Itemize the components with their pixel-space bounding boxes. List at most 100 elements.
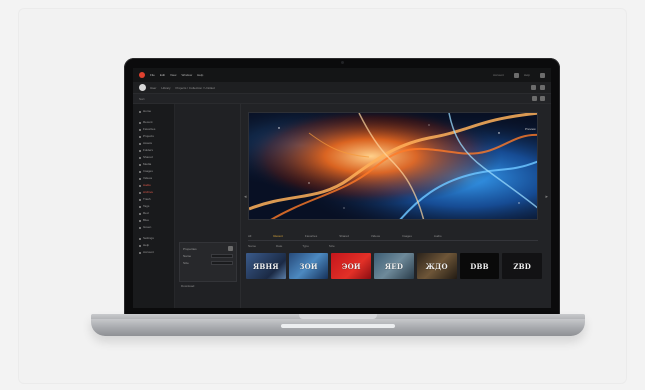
sub-toolbar: Sort bbox=[133, 94, 551, 104]
tab-recent[interactable]: Recent bbox=[273, 234, 283, 238]
sort-label[interactable]: Sort bbox=[139, 97, 145, 101]
list-view-icon[interactable] bbox=[532, 96, 537, 101]
sidebar-item-shared[interactable]: Shared bbox=[139, 154, 174, 161]
sidebar-item-account[interactable]: Account bbox=[139, 249, 174, 256]
sidebar-item-label: Green bbox=[143, 225, 152, 229]
sidebar-item-recent[interactable]: Recent bbox=[139, 119, 174, 126]
thumbnail-title: ЗOИ bbox=[299, 261, 318, 271]
sidebar-item-folders[interactable]: Folders bbox=[139, 147, 174, 154]
download-link[interactable]: Download bbox=[181, 284, 194, 288]
sidebar-item-label: Archive bbox=[143, 190, 154, 194]
help-icon bbox=[139, 244, 141, 247]
folder-icon bbox=[139, 135, 141, 138]
thumbnail[interactable]: DBB bbox=[459, 253, 500, 279]
tab-shared[interactable]: Shared bbox=[339, 234, 349, 238]
more-icon[interactable] bbox=[540, 85, 545, 90]
sidebar-item-label: Trash bbox=[143, 197, 151, 201]
laptop-lid: File Edit View Window Help Account Help … bbox=[124, 58, 560, 316]
sidebar-item-favorites[interactable]: Favorites bbox=[139, 126, 174, 133]
grid-view-icon[interactable] bbox=[540, 96, 545, 101]
trackpad-edge bbox=[281, 324, 395, 328]
toolbar-actions bbox=[531, 85, 545, 90]
folder-icon bbox=[139, 149, 141, 152]
sidebar-item-label: Settings bbox=[143, 236, 154, 240]
sidebar-item-videos[interactable]: Videos bbox=[139, 175, 174, 182]
thumbnail[interactable]: ЭОИ bbox=[331, 253, 372, 279]
sidebar-item-label: Assets bbox=[143, 141, 153, 145]
help-link[interactable]: Help bbox=[524, 73, 530, 77]
share-icon[interactable] bbox=[531, 85, 536, 90]
lid-notch bbox=[299, 314, 377, 319]
menu-window[interactable]: Window bbox=[181, 73, 192, 77]
title-right-group: Account Help bbox=[493, 72, 545, 78]
sidebar-item-audio[interactable]: Audio bbox=[139, 182, 174, 189]
view-toggle-group bbox=[532, 96, 545, 101]
sidebar-item-settings[interactable]: Settings bbox=[139, 235, 174, 242]
sidebar-item-help[interactable]: Help bbox=[139, 242, 174, 249]
user-name[interactable]: User bbox=[150, 86, 156, 90]
tab-all[interactable]: All bbox=[248, 234, 251, 238]
thumbnail[interactable]: ЗOИ bbox=[288, 253, 329, 279]
sidebar-item-projects[interactable]: Projects bbox=[139, 133, 174, 140]
settings-icon[interactable] bbox=[540, 72, 545, 78]
user-icon bbox=[139, 251, 141, 254]
browser-panel: Properties Name Size Download bbox=[175, 104, 241, 308]
account-link[interactable]: Account bbox=[493, 73, 504, 77]
sidebar-item-tag-green[interactable]: Green bbox=[139, 224, 174, 231]
sidebar-item-label: Folders bbox=[143, 148, 154, 152]
sidebar-item-home[interactable]: Home bbox=[139, 108, 174, 115]
sidebar-item-media[interactable]: Media bbox=[139, 161, 174, 168]
tab-videos[interactable]: Videos bbox=[371, 234, 380, 238]
sidebar-item-tag-blue[interactable]: Blue bbox=[139, 217, 174, 224]
thumbnail[interactable]: ZBD bbox=[502, 253, 543, 279]
thumbnail[interactable]: ЯED bbox=[374, 253, 414, 279]
archive-icon bbox=[139, 191, 141, 194]
sidebar: Home Recent Favorites Projects Assets Fo… bbox=[133, 104, 175, 308]
thumbnail-title: ЭОИ bbox=[341, 261, 361, 271]
menu-help[interactable]: Help bbox=[197, 73, 203, 77]
sidebar-item-label: Account bbox=[143, 250, 154, 254]
tag-icon bbox=[139, 219, 141, 222]
sidebar-item-label: Shared bbox=[143, 155, 153, 159]
column-name[interactable]: Name bbox=[248, 244, 256, 250]
sidebar-item-tags[interactable]: Tags bbox=[139, 203, 174, 210]
chevron-right-icon[interactable]: ▸ bbox=[545, 194, 548, 200]
laptop-screen: File Edit View Window Help Account Help … bbox=[133, 68, 551, 308]
menu-edit[interactable]: Edit bbox=[160, 73, 165, 77]
chevron-left-icon[interactable]: ◂ bbox=[244, 194, 247, 200]
app-logo-icon[interactable] bbox=[139, 72, 145, 78]
size-field[interactable] bbox=[211, 261, 233, 265]
sidebar-item-assets[interactable]: Assets bbox=[139, 140, 174, 147]
grid-icon[interactable] bbox=[513, 72, 519, 78]
thumbnail[interactable]: ЖДО bbox=[416, 253, 457, 279]
thumbnail-strip: ЯВНЯ ЗOИ ЭОИ ЯED ЖДО DBB ZBD bbox=[246, 253, 543, 279]
close-icon[interactable] bbox=[228, 246, 233, 251]
breadcrumb-library[interactable]: Library bbox=[161, 86, 170, 90]
menu-view[interactable]: View bbox=[170, 73, 176, 77]
thumbnail-title: ЯВНЯ bbox=[253, 261, 279, 271]
sidebar-item-tag-red[interactable]: Red bbox=[139, 210, 174, 217]
properties-header: Properties bbox=[183, 246, 233, 253]
column-type[interactable]: Type bbox=[302, 244, 309, 250]
menu-file[interactable]: File bbox=[150, 73, 155, 77]
thumbnail[interactable]: ЯВНЯ bbox=[246, 253, 286, 279]
home-icon bbox=[139, 110, 141, 113]
sidebar-item-label: Home bbox=[143, 109, 152, 113]
hero-preview-image[interactable]: Preview bbox=[248, 112, 538, 220]
sidebar-item-trash[interactable]: Trash bbox=[139, 196, 174, 203]
tab-audio[interactable]: Audio bbox=[434, 234, 442, 238]
column-date[interactable]: Date bbox=[276, 244, 282, 250]
sidebar-item-images[interactable]: Images bbox=[139, 168, 174, 175]
trash-icon bbox=[139, 198, 141, 201]
laptop-base bbox=[91, 314, 585, 336]
breadcrumb: Projects / Collection / Untitled bbox=[175, 85, 215, 90]
tab-favorites[interactable]: Favorites bbox=[305, 234, 317, 238]
thumbnail-title: DBB bbox=[470, 261, 489, 271]
avatar[interactable] bbox=[139, 84, 146, 91]
column-size[interactable]: Size bbox=[329, 244, 335, 250]
name-field[interactable] bbox=[211, 254, 233, 258]
tab-images[interactable]: Images bbox=[402, 234, 412, 238]
thumbnail-title: ЯED bbox=[384, 261, 404, 271]
sidebar-item-archive[interactable]: Archive bbox=[139, 189, 174, 196]
sidebar-item-label: Red bbox=[143, 211, 149, 215]
